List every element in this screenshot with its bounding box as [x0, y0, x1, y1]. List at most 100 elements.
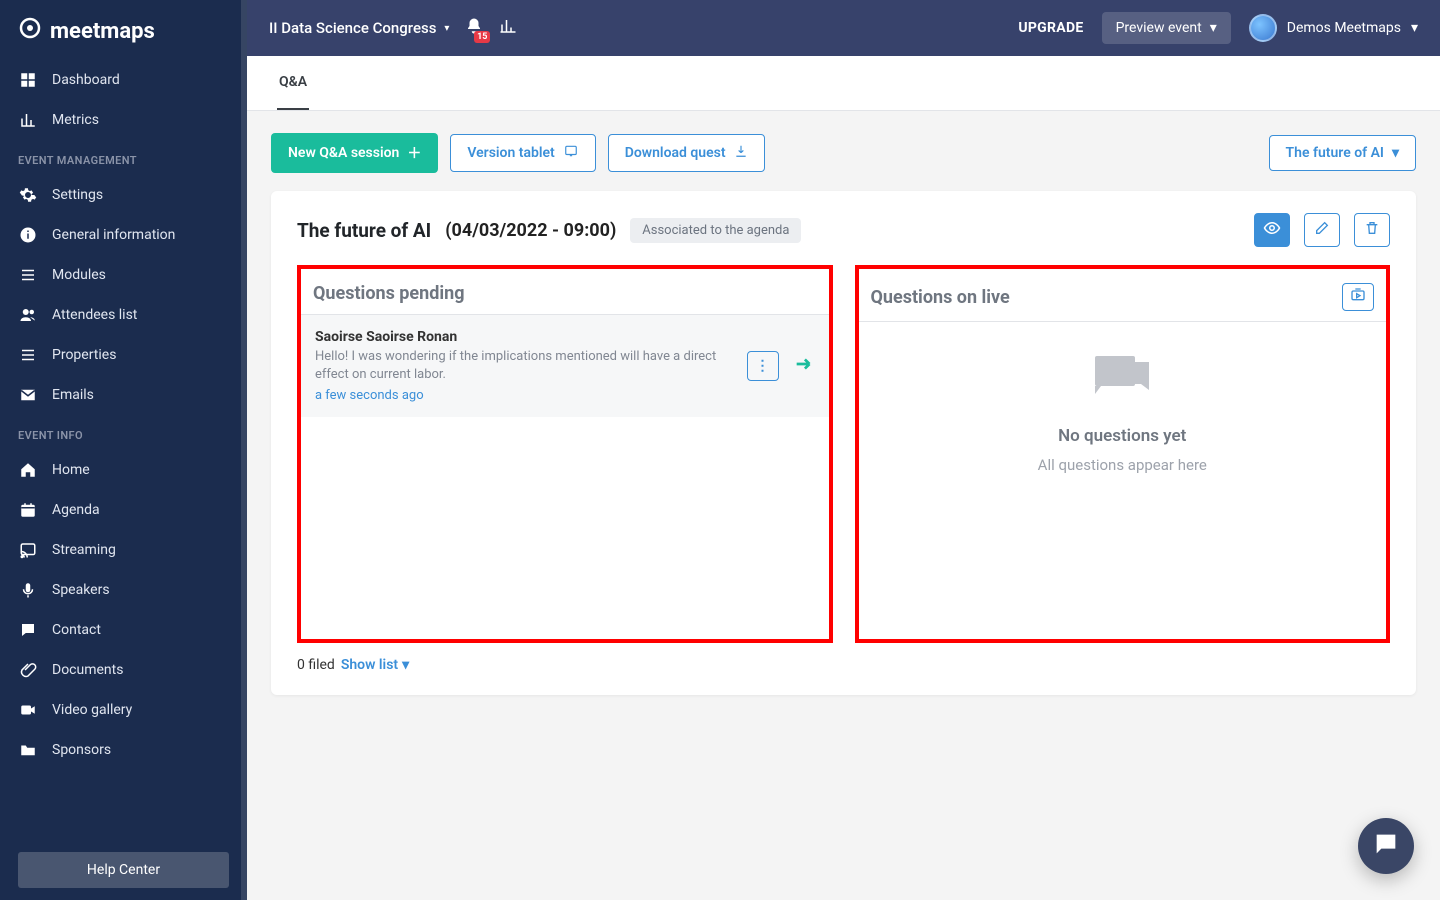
help-center-button[interactable]: Help Center — [18, 852, 229, 888]
download-quest-button[interactable]: Download quest — [608, 134, 765, 172]
eye-icon — [1263, 219, 1281, 241]
filed-row: 0 filed Show list ▾ — [297, 657, 1390, 673]
qa-toolbar: New Q&A session ＋ Version tablet Downloa… — [271, 133, 1416, 173]
sidebar-item-label: Documents — [52, 662, 123, 678]
users-icon — [18, 306, 38, 324]
sidebar-item-home[interactable]: Home — [0, 450, 247, 490]
questions-live-header: Questions on live — [871, 287, 1010, 308]
version-tablet-button[interactable]: Version tablet — [450, 134, 595, 172]
user-menu[interactable]: Demos Meetmaps ▾ — [1249, 14, 1418, 42]
list-icon — [18, 266, 38, 284]
contact-icon — [18, 621, 38, 639]
view-button[interactable] — [1254, 213, 1290, 247]
new-qa-session-button[interactable]: New Q&A session ＋ — [271, 133, 438, 173]
kebab-icon: ⋮ — [756, 358, 770, 374]
caret-down-icon: ▾ — [1392, 145, 1399, 161]
stats-icon[interactable] — [499, 17, 517, 39]
version-tablet-label: Version tablet — [467, 145, 554, 161]
live-mode-button[interactable] — [1342, 283, 1374, 311]
sidebar-item-properties[interactable]: Properties — [0, 335, 247, 375]
questions-pending-header: Questions pending — [313, 283, 465, 304]
download-icon — [734, 144, 748, 162]
sidebar-item-streaming[interactable]: Streaming — [0, 530, 247, 570]
sub-tabs: Q&A — [247, 56, 1440, 111]
sidebar-item-video-gallery[interactable]: Video gallery — [0, 690, 247, 730]
video-icon — [18, 701, 38, 719]
empty-subtitle: All questions appear here — [1038, 456, 1207, 474]
calendar-icon — [18, 501, 38, 519]
sidebar: meetmaps Dashboard Metrics EVENT MANAGEM… — [0, 0, 247, 900]
sidebar-item-agenda[interactable]: Agenda — [0, 490, 247, 530]
event-selector[interactable]: II Data Science Congress ▾ — [269, 19, 449, 37]
metrics-icon — [18, 111, 38, 129]
preview-event-button[interactable]: Preview event ▾ — [1102, 12, 1231, 44]
sidebar-item-speakers[interactable]: Speakers — [0, 570, 247, 610]
upgrade-link[interactable]: UPGRADE — [1018, 20, 1083, 36]
sidebar-item-documents[interactable]: Documents — [0, 650, 247, 690]
sidebar-item-label: Properties — [52, 347, 116, 363]
sidebar-item-label: Agenda — [52, 502, 100, 518]
dashboard-icon — [18, 71, 38, 89]
chat-bubble-icon — [1372, 830, 1400, 862]
tablet-icon — [563, 144, 579, 162]
sidebar-item-label: Speakers — [52, 582, 110, 598]
edit-icon — [1314, 220, 1330, 240]
session-agenda-badge: Associated to the agenda — [630, 218, 801, 243]
info-icon — [18, 226, 38, 244]
sidebar-item-metrics[interactable]: Metrics — [0, 100, 247, 140]
question-row: Saoirse Saoirse Ronan Hello! I was wonde… — [301, 315, 829, 417]
sidebar-item-label: Sponsors — [52, 742, 111, 758]
caret-down-icon: ▾ — [444, 23, 449, 34]
caret-down-icon: ▾ — [1210, 20, 1217, 36]
sidebar-scrollbar[interactable] — [241, 0, 247, 900]
delete-button[interactable] — [1354, 213, 1390, 247]
sidebar-item-label: Metrics — [52, 112, 99, 128]
folder-icon — [18, 741, 38, 759]
tab-qa[interactable]: Q&A — [277, 56, 309, 110]
sidebar-scroll: Dashboard Metrics EVENT MANAGEMENT Setti… — [0, 60, 247, 900]
send-to-live-button[interactable] — [793, 353, 815, 380]
topbar: II Data Science Congress ▾ 15 UPGRADE Pr… — [247, 0, 1440, 56]
mail-icon — [18, 386, 38, 404]
brand-logo[interactable]: meetmaps — [0, 0, 247, 60]
question-author: Saoirse Saoirse Ronan — [315, 329, 733, 345]
live-empty-state: No questions yet All questions appear he… — [859, 322, 1387, 474]
plus-icon: ＋ — [407, 143, 421, 163]
edit-button[interactable] — [1304, 213, 1340, 247]
session-card: The future of AI (04/03/2022 - 09:00) As… — [271, 191, 1416, 695]
sidebar-item-label: Attendees list — [52, 307, 137, 323]
sidebar-item-sponsors[interactable]: Sponsors — [0, 730, 247, 770]
question-time: a few seconds ago — [315, 388, 733, 403]
sidebar-item-settings[interactable]: Settings — [0, 175, 247, 215]
sidebar-item-contact[interactable]: Contact — [0, 610, 247, 650]
filter-session-dropdown[interactable]: The future of AI ▾ — [1269, 135, 1416, 171]
question-menu-button[interactable]: ⋮ — [747, 351, 779, 381]
content: New Q&A session ＋ Version tablet Downloa… — [247, 111, 1440, 900]
sidebar-item-label: Emails — [52, 387, 94, 403]
brand-icon — [18, 16, 42, 46]
sidebar-item-attendees-list[interactable]: Attendees list — [0, 295, 247, 335]
filter-session-label: The future of AI — [1286, 145, 1384, 161]
question-body: Hello! I was wondering if the implicatio… — [315, 348, 733, 384]
show-list-link[interactable]: Show list ▾ — [341, 657, 409, 673]
chat-fab[interactable] — [1358, 818, 1414, 874]
sidebar-item-dashboard[interactable]: Dashboard — [0, 60, 247, 100]
notifications-bell[interactable]: 15 — [465, 17, 483, 39]
arrow-right-icon — [793, 356, 815, 380]
sidebar-item-general-information[interactable]: General information — [0, 215, 247, 255]
sidebar-item-emails[interactable]: Emails — [0, 375, 247, 415]
sidebar-item-label: Video gallery — [52, 702, 132, 718]
caret-down-icon: ▾ — [402, 657, 409, 673]
filed-count: 0 filed — [297, 657, 335, 673]
show-list-label: Show list — [341, 657, 398, 673]
caret-down-icon: ▾ — [1411, 20, 1418, 36]
sidebar-section-event-management: EVENT MANAGEMENT — [0, 140, 247, 175]
sidebar-item-label: Settings — [52, 187, 103, 203]
session-title: The future of AI — [297, 219, 431, 242]
sidebar-item-modules[interactable]: Modules — [0, 255, 247, 295]
notification-count: 15 — [474, 31, 490, 43]
sidebar-item-label: Contact — [52, 622, 101, 638]
preview-event-label: Preview event — [1116, 20, 1202, 36]
clip-icon — [18, 661, 38, 679]
sidebar-section-event-info: EVENT INFO — [0, 415, 247, 450]
